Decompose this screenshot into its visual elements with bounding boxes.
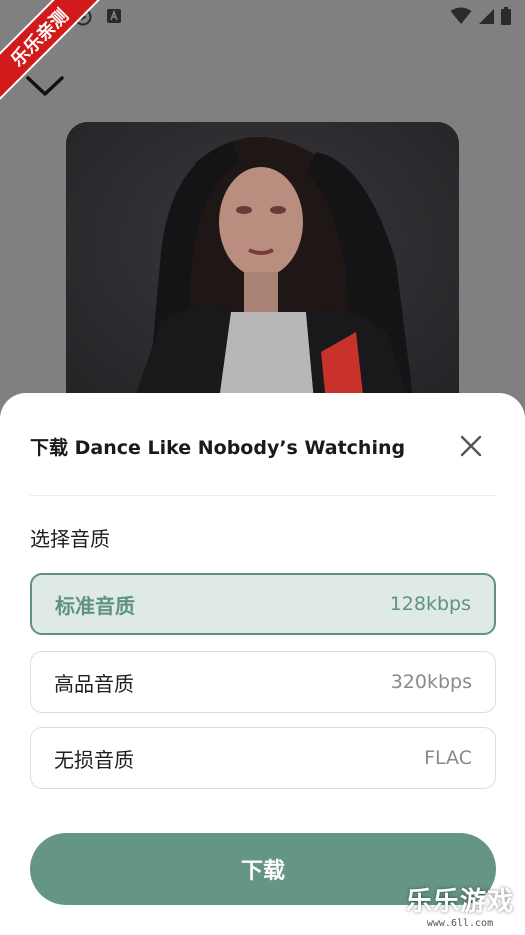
watermark: 乐乐游戏 www.6ll.com [401, 881, 519, 931]
battery-icon [501, 7, 511, 29]
collapse-button[interactable] [22, 70, 68, 106]
quality-section-label: 选择音质 [30, 527, 110, 551]
album-art [66, 122, 459, 422]
watermark-url: www.6ll.com [426, 918, 494, 929]
sheet-title: 下载 Dance Like Nobody’s Watching [30, 437, 406, 459]
quality-option-rate: 320kbps [390, 671, 472, 693]
quality-option-rate: FLAC [424, 747, 472, 769]
quality-option-name: 标准音质 [55, 593, 135, 618]
quality-option-name: 无损音质 [54, 747, 134, 772]
quality-option-standard[interactable]: 标准音质 128kbps [30, 573, 496, 635]
quality-option-name: 高品音质 [54, 671, 134, 696]
download-sheet: 下载 Dance Like Nobody’s Watching 选择音质 标准音… [0, 393, 525, 935]
divider [30, 495, 496, 496]
wifi-icon [450, 7, 472, 29]
chevron-down-icon [25, 74, 65, 102]
signal-icon [478, 8, 495, 29]
close-icon [460, 435, 482, 461]
quality-option-lossless[interactable]: 无损音质 FLAC [30, 727, 496, 789]
close-button[interactable] [456, 433, 486, 463]
quality-option-high[interactable]: 高品音质 320kbps [30, 651, 496, 713]
quality-option-rate: 128kbps [389, 593, 471, 615]
watermark-title: 乐乐游戏 [405, 887, 514, 917]
